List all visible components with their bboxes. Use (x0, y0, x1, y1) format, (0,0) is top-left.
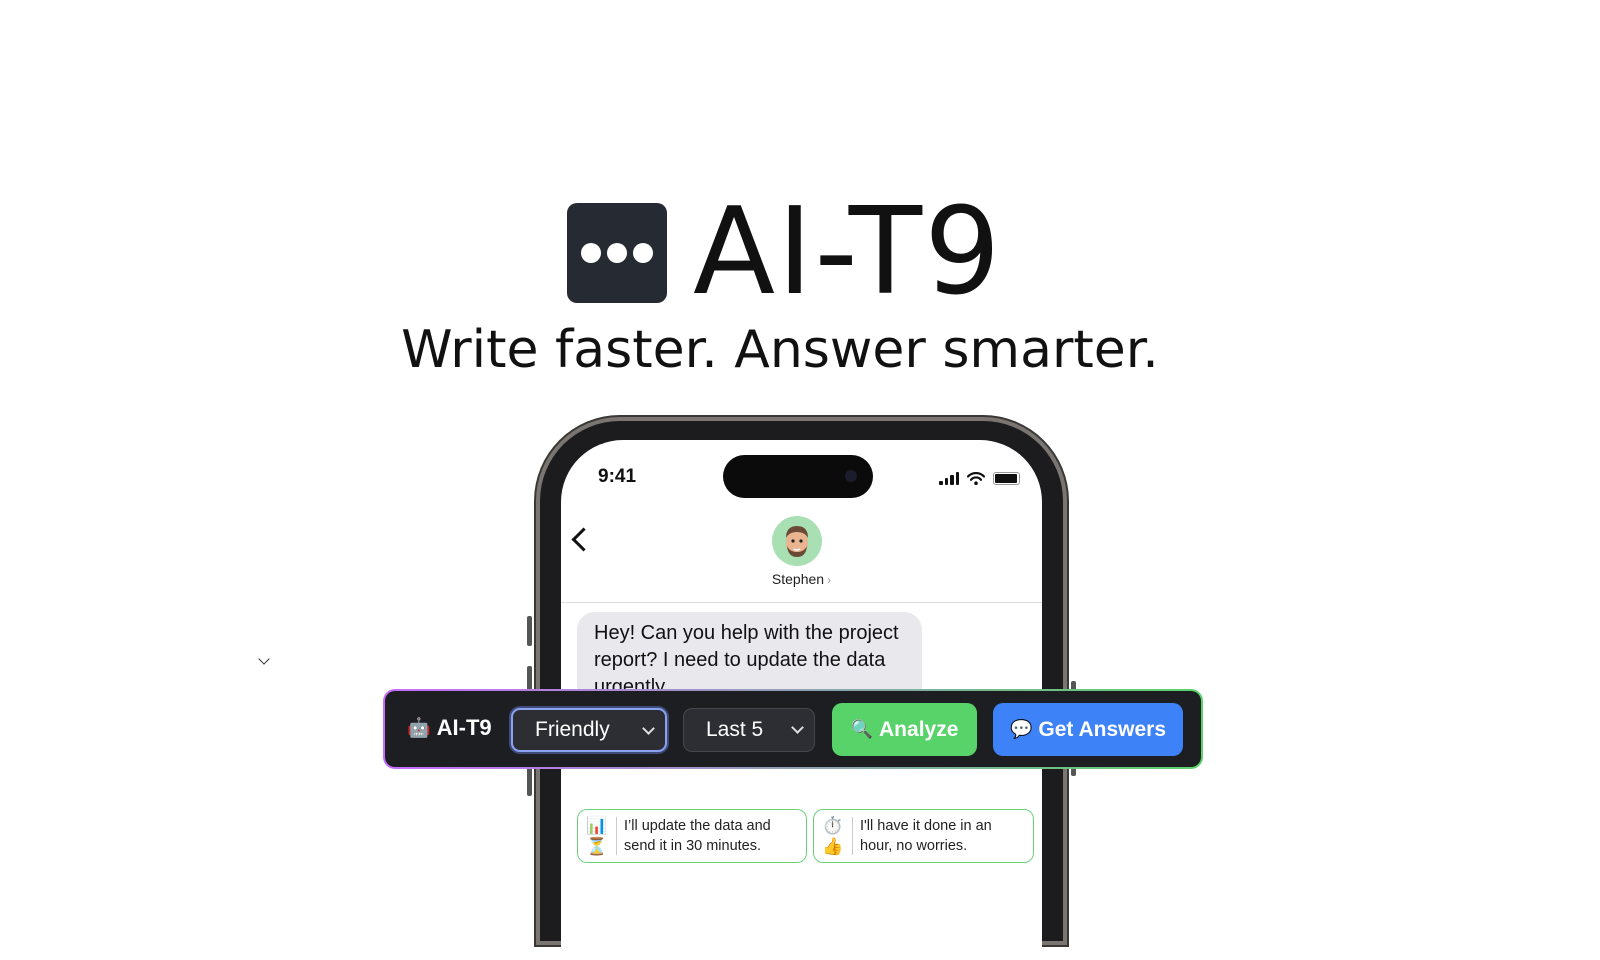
speech-bubble-icon: 💬 (1009, 719, 1033, 739)
range-select-value: Last 5 (706, 718, 764, 741)
signal-icon (939, 472, 959, 485)
stopwatch-icon: ⏱️ (822, 816, 844, 835)
chevron-right-icon: › (827, 573, 832, 587)
header-divider (561, 602, 1042, 603)
range-select[interactable]: Last 5 (683, 708, 815, 752)
contact-name-label: Stephen (771, 571, 825, 587)
tone-select-value: Friendly (535, 718, 610, 741)
status-icons (939, 472, 1020, 485)
contact-name[interactable]: Stephen › (561, 571, 1042, 587)
toolbar-brand-label: AI-T9 (436, 715, 492, 740)
magnifier-icon: 🔍 (850, 719, 874, 739)
phone-mockup: 9:41 Stephen › Hey! Can you help with th… (527, 421, 1076, 960)
ellipsis-icon (567, 203, 667, 303)
hourglass-icon: ⏳ (586, 837, 608, 856)
get-answers-button[interactable]: 💬 Get Answers (993, 703, 1183, 756)
suggestion-text: I'll have it done in an hour, no worries… (860, 818, 992, 854)
suggestion-card[interactable]: 📊 ⏳ I’ll update the data and send it in … (577, 809, 807, 863)
robot-icon: 🤖 (407, 718, 431, 739)
wifi-icon (967, 472, 985, 485)
chevron-down-icon (791, 721, 804, 734)
hero-title: AI-T9 (567, 183, 1003, 322)
thumbs-up-icon: 👍 (822, 837, 844, 856)
chevron-down-icon (258, 653, 270, 665)
brand-name: AI-T9 (693, 183, 1003, 322)
get-answers-button-label: Get Answers (1038, 717, 1167, 741)
battery-icon (993, 472, 1020, 485)
back-chevron-icon[interactable] (571, 527, 596, 552)
bar-chart-icon: 📊 (586, 816, 608, 835)
toolbar-brand: 🤖 AI-T9 (407, 715, 492, 741)
suggestion-emojis: ⏱️ 👍 (814, 816, 853, 856)
suggestion-card[interactable]: ⏱️ 👍 I'll have it done in an hour, no wo… (813, 809, 1034, 863)
status-time: 9:41 (598, 466, 637, 487)
analyze-button[interactable]: 🔍 Analyze (832, 703, 977, 756)
tone-select[interactable]: Friendly (511, 708, 667, 752)
suggestion-text: I’ll update the data and send it in 30 m… (624, 818, 771, 854)
suggestion-emojis: 📊 ⏳ (578, 816, 617, 856)
tagline: Write faster. Answer smarter. (401, 320, 1159, 380)
chevron-down-icon (642, 722, 655, 735)
analyze-button-label: Analyze (879, 717, 959, 741)
dynamic-island (723, 455, 873, 498)
ai-toolbar: 🤖 AI-T9 Friendly Last 5 🔍 Analyze 💬 Get … (383, 689, 1203, 769)
avatar[interactable] (772, 516, 822, 566)
